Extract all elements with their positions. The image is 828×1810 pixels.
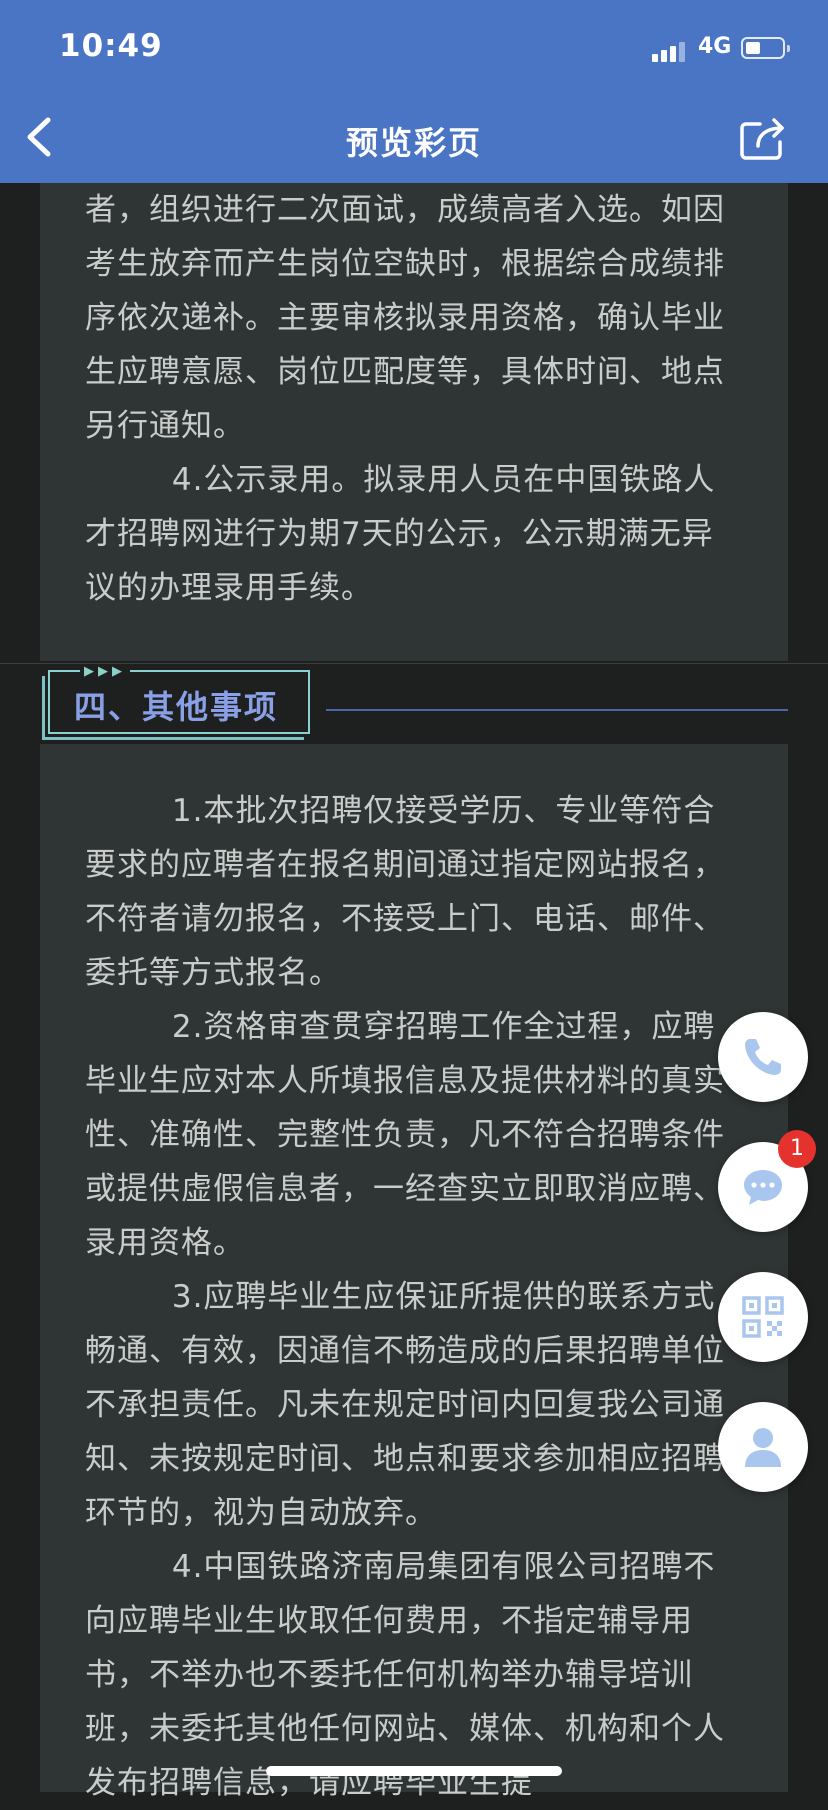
card-2-text: 1.本批次招聘仅接受学历、专业等符合要求的应聘者在报名期间通过指定网站报名，不符… [85, 784, 745, 1810]
paragraph: 3.应聘毕业生应保证所提供的联系方式畅通、有效，因通信不畅造成的后果招聘单位不承… [85, 1279, 725, 1531]
page-title: 预览彩页 [345, 124, 482, 162]
paragraph: 者，组织进行二次面试，成绩高者入选。如因考生放弃而产生岗位空缺时，根据综合成绩排… [85, 192, 725, 444]
card-1-text: 者，组织进行二次面试，成绩高者入选。如因考生放弃而产生岗位空缺时，根据综合成绩排… [85, 183, 745, 615]
paragraph: 2.资格审查贯穿招聘工作全过程，应聘毕业生应对本人所填报信息及提供材料的真实性、… [85, 1009, 725, 1261]
qr-code-icon [742, 1296, 784, 1338]
user-icon [745, 1428, 781, 1467]
signal-icon [652, 40, 688, 62]
section-heading: ▶▶▶ 四、其他事项 [40, 664, 310, 742]
message-badge: 1 [778, 1130, 816, 1168]
heading-rule [326, 709, 788, 711]
section-title: 四、其他事项 [74, 688, 279, 726]
paragraph: 4.公示录用。拟录用人员在中国铁路人才招聘网进行为期7天的公示，公示期满无异议的… [85, 462, 716, 606]
user-button[interactable] [718, 1402, 808, 1492]
home-indicator[interactable] [266, 1766, 562, 1776]
status-time: 10:49 [59, 28, 163, 64]
phone-icon [745, 1039, 781, 1075]
paragraph: 1.本批次招聘仅接受学历、专业等符合要求的应聘者在报名期间通过指定网站报名，不符… [85, 793, 725, 991]
triangle-decoration-icon: ▶▶▶ [80, 664, 130, 679]
phone-button[interactable] [718, 1012, 808, 1102]
network-type: 4G [698, 34, 732, 59]
qr-code-button[interactable] [718, 1272, 808, 1362]
chat-icon [744, 1170, 782, 1205]
share-icon[interactable] [738, 116, 788, 162]
content-card-1: 者，组织进行二次面试，成绩高者入选。如因考生放弃而产生岗位空缺时，根据综合成绩排… [40, 183, 788, 661]
top-bar: 10:49 4G 预览彩页 [0, 0, 828, 183]
content-card-2: 1.本批次招聘仅接受学历、专业等符合要求的应聘者在报名期间通过指定网站报名，不符… [40, 744, 788, 1801]
battery-icon [741, 37, 790, 59]
